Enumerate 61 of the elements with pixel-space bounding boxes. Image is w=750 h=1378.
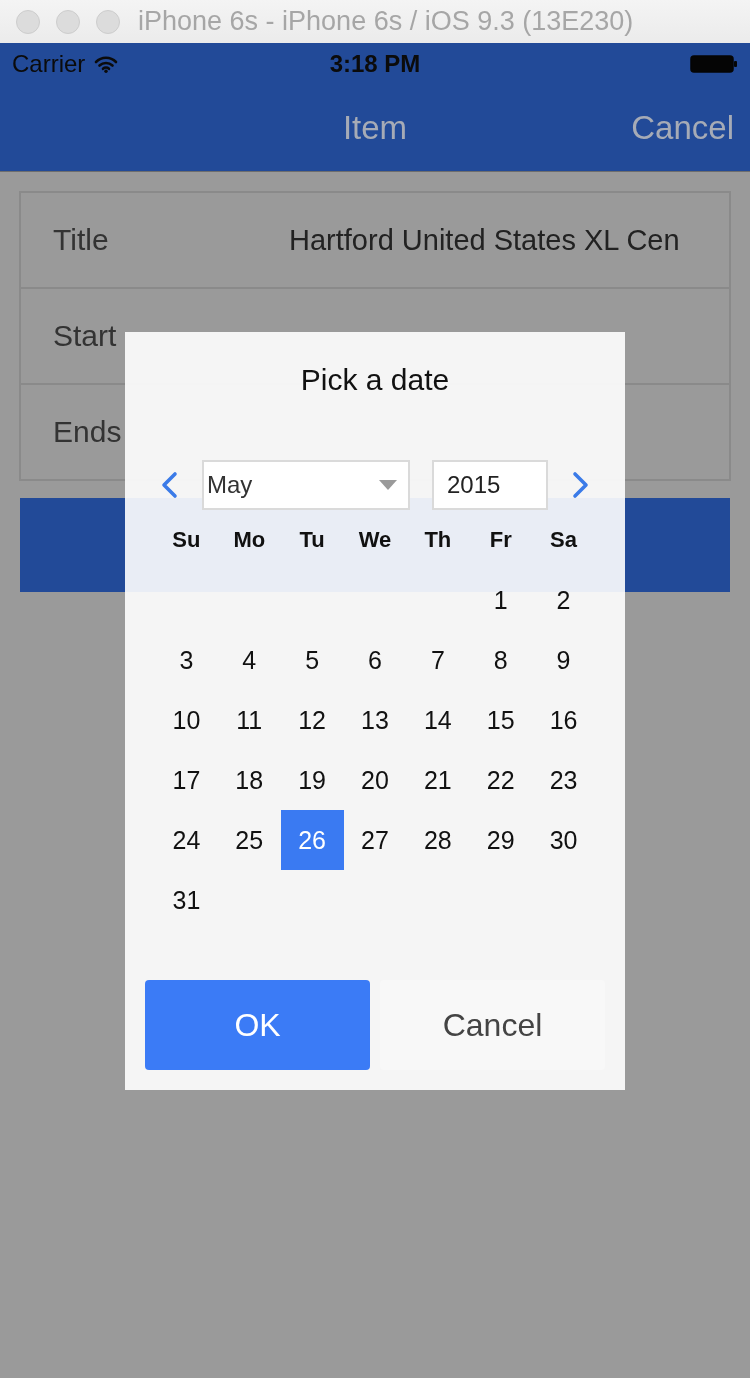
next-month-button[interactable] [572, 471, 590, 499]
field-value[interactable]: Hartford United States XL Cen [289, 223, 680, 257]
calendar-day[interactable]: 26 [280, 810, 344, 870]
calendar-day[interactable]: 22 [469, 750, 533, 810]
dialog-title: Pick a date [299, 362, 451, 398]
calendar-day[interactable]: 28 [406, 810, 470, 870]
weekday-label: We [358, 527, 392, 553]
calendar-day[interactable]: 23 [532, 750, 595, 810]
weekday-label: Mo [233, 527, 266, 553]
battery-icon [690, 55, 738, 73]
calendar-day[interactable]: 6 [343, 630, 407, 690]
month-dropdown[interactable]: May [202, 460, 410, 510]
weekday-label: Th [424, 527, 452, 553]
calendar-day[interactable]: 19 [280, 750, 344, 810]
calendar-day[interactable]: 12 [280, 690, 344, 750]
wifi-icon [94, 55, 119, 73]
calendar-day[interactable]: 27 [343, 810, 407, 870]
calendar-day[interactable]: 29 [469, 810, 533, 870]
carrier-label: Carrier [12, 50, 86, 78]
calendar-day[interactable]: 2 [532, 570, 595, 630]
calendar-day[interactable]: 1 [469, 570, 533, 630]
window-minimize-button[interactable] [56, 9, 80, 34]
calendar-day[interactable]: 11 [217, 690, 281, 750]
caret-icon [379, 480, 397, 490]
calendar-day[interactable]: 5 [280, 630, 344, 690]
field-label: Title [53, 223, 109, 257]
ok-button[interactable]: OK [145, 980, 370, 1070]
calendar-day[interactable]: 14 [406, 690, 470, 750]
status-time: 3:18 PM [329, 50, 421, 78]
calendar-day[interactable]: 30 [532, 810, 595, 870]
calendar-day[interactable]: 3 [155, 630, 218, 690]
calendar-day[interactable]: 24 [155, 810, 218, 870]
window-close-button[interactable] [16, 9, 40, 34]
calendar-day[interactable]: 4 [217, 630, 281, 690]
chevron-left-icon [160, 471, 178, 499]
calendar-day[interactable]: 25 [217, 810, 281, 870]
calendar-day[interactable]: 31 [155, 870, 218, 930]
field-label: Start [53, 319, 117, 353]
weekday-label: Fr [489, 527, 512, 553]
calendar-day[interactable]: 10 [155, 690, 218, 750]
cancel-nav-button[interactable]: Cancel [631, 109, 734, 147]
calendar-day[interactable]: 9 [532, 630, 595, 690]
year-field[interactable]: 2015 [432, 460, 548, 510]
nav-title: Item [342, 109, 408, 147]
calendar-day[interactable]: 21 [406, 750, 470, 810]
weekday-label: Tu [299, 527, 325, 553]
calendar-day[interactable]: 7 [406, 630, 470, 690]
window-title: iPhone 6s - iPhone 6s / iOS 9.3 (13E230) [138, 6, 634, 37]
window-zoom-button[interactable] [96, 9, 120, 34]
calendar-day[interactable]: 8 [469, 630, 533, 690]
calendar-day[interactable]: 15 [469, 690, 533, 750]
previous-month-button[interactable] [160, 471, 178, 499]
weekday-label: Sa [550, 527, 578, 553]
chevron-right-icon [572, 471, 590, 499]
calendar-day[interactable]: 13 [343, 690, 407, 750]
calendar-day[interactable]: 20 [343, 750, 407, 810]
calendar-day[interactable]: 17 [155, 750, 218, 810]
calendar-day[interactable]: 16 [532, 690, 595, 750]
calendar-day[interactable]: 18 [217, 750, 281, 810]
weekday-label: Su [172, 527, 201, 553]
field-label: Ends [53, 415, 122, 449]
